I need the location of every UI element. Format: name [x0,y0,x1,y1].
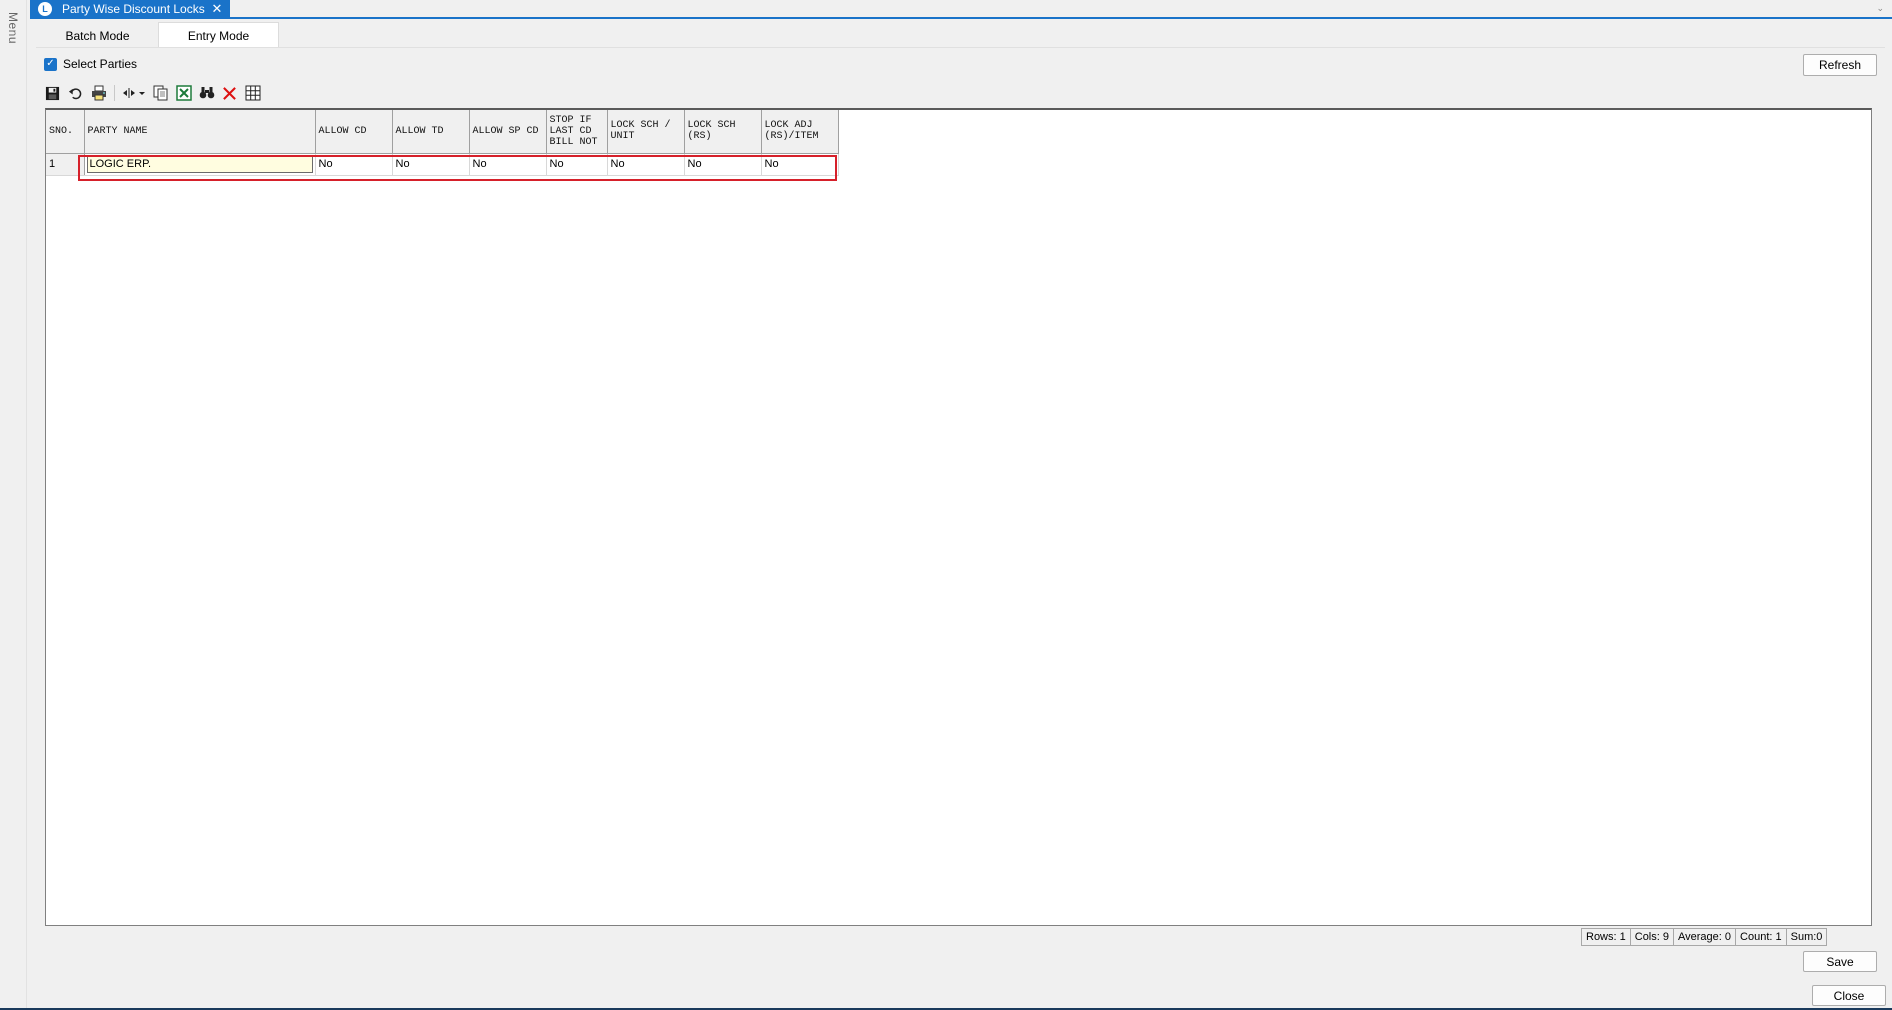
select-parties-label: Select Parties [63,57,138,71]
menu-label[interactable]: Menu [6,12,20,44]
mode-tabs: Batch Mode Entry Mode [37,22,279,48]
print-icon[interactable] [90,85,107,102]
document-tab[interactable]: L Party Wise Discount Locks ✕ [30,0,230,17]
cell-lock-adj-item[interactable]: No [761,153,839,176]
cell-allow-sp-cd[interactable]: No [469,153,547,176]
select-parties-checkbox[interactable]: ✓ [44,57,57,71]
delete-icon[interactable] [221,85,238,102]
cell-lock-sch-unit[interactable]: No [607,153,685,176]
chevron-down-icon[interactable]: ⌄ [1876,3,1884,14]
refresh-button[interactable]: Refresh [1803,54,1877,76]
column-header-stop-if-last-cd[interactable]: STOP IF LAST CD BILL NOT [546,110,608,154]
column-header-allow-sp-cd[interactable]: ALLOW SP CD [469,110,547,154]
cell-allow-td[interactable]: No [392,153,470,176]
copy-icon[interactable] [152,85,169,102]
column-header-party-name[interactable]: PARTY NAME [84,110,316,154]
column-width-icon[interactable] [122,85,146,102]
grid-icon[interactable] [244,85,261,102]
party-lock-grid[interactable]: SNO. PARTY NAME ALLOW CD ALLOW TD ALLOW … [45,108,1872,926]
excel-export-icon[interactable] [175,85,192,102]
close-tab-icon[interactable]: ✕ [210,1,224,16]
column-header-allow-td[interactable]: ALLOW TD [392,110,470,154]
grid-toolbar [44,82,261,104]
cell-sno: 1 [46,153,85,176]
save-icon[interactable] [44,85,61,102]
column-header-sno[interactable]: SNO. [46,110,85,154]
app-logo-icon: L [38,1,52,16]
save-button[interactable]: Save [1803,951,1877,972]
cell-allow-cd[interactable]: No [315,153,393,176]
column-header-allow-cd[interactable]: ALLOW CD [315,110,393,154]
status-count: Count: 1 [1736,928,1787,946]
status-average: Average: 0 [1674,928,1737,946]
toolbar-separator [114,85,115,101]
status-sum: Sum:0 [1786,928,1828,946]
undo-icon[interactable] [67,85,84,102]
cell-party-name[interactable]: LOGIC ERP. [84,153,316,176]
tab-entry-mode[interactable]: Entry Mode [158,22,279,48]
grid-table: SNO. PARTY NAME ALLOW CD ALLOW TD ALLOW … [46,110,839,176]
document-tab-title: Party Wise Discount Locks [62,1,205,16]
grid-status-bar: Rows: 1 Cols: 9 Average: 0 Count: 1 Sum:… [1581,928,1828,946]
status-cols: Cols: 9 [1630,928,1674,946]
column-header-lock-adj-item[interactable]: LOCK ADJ (RS)/ITEM [761,110,839,154]
grid-header-row: SNO. PARTY NAME ALLOW CD ALLOW TD ALLOW … [46,110,839,154]
menu-rail[interactable]: Menu [0,0,27,1010]
document-tabstrip: L Party Wise Discount Locks ✕ ⌄ [30,0,1892,19]
column-header-lock-sch-rs[interactable]: LOCK SCH (RS) [684,110,762,154]
tab-batch-mode[interactable]: Batch Mode [37,22,158,48]
cell-lock-sch-rs[interactable]: No [684,153,762,176]
find-icon[interactable] [198,85,215,102]
table-row[interactable]: 1 LOGIC ERP. No No No No No No No [46,153,839,176]
column-header-lock-sch-unit[interactable]: LOCK SCH / UNIT [607,110,685,154]
status-rows: Rows: 1 [1581,928,1631,946]
party-name-editor[interactable]: LOGIC ERP. [86,155,313,173]
entry-mode-panel: ✓ Select Parties Refresh SNO. PARTY NAME… [36,47,1885,977]
close-button[interactable]: Close [1812,985,1886,1006]
select-parties-row[interactable]: ✓ Select Parties [44,57,137,71]
cell-stop-if-last-cd[interactable]: No [546,153,608,176]
